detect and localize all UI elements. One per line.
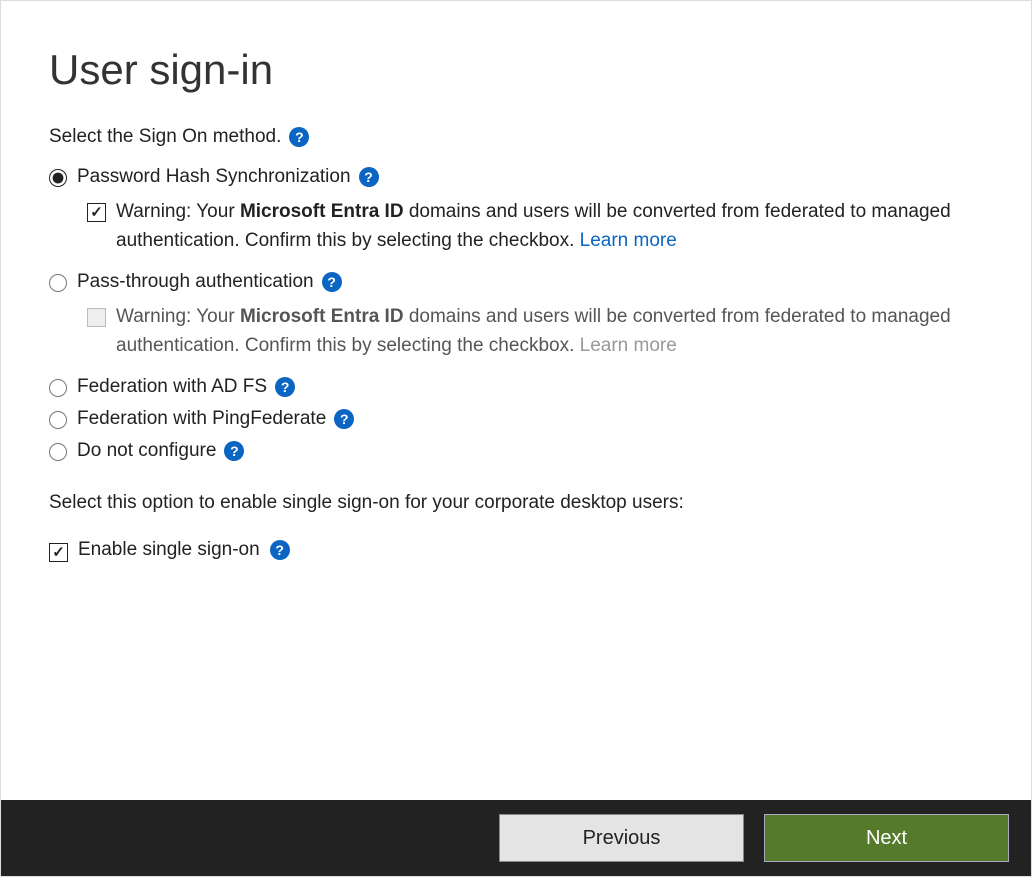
footer: Previous Next [1, 800, 1031, 876]
option-pta-text: Pass-through authentication [77, 271, 314, 293]
sso-label: Select this option to enable single sign… [49, 492, 983, 514]
page-title: User sign-in [49, 46, 983, 94]
help-icon[interactable]: ? [270, 540, 290, 560]
phs-warning-text: Warning: Your Microsoft Entra ID domains… [116, 198, 983, 255]
phs-warning-prefix: Warning: Your [116, 201, 240, 222]
sso-checkbox[interactable] [49, 543, 68, 562]
option-adfs-label: Federation with AD FS ? [77, 376, 295, 398]
sso-label-text: Select this option to enable single sign… [49, 492, 684, 514]
option-phs-label: Password Hash Synchronization ? [77, 166, 379, 188]
pta-confirm-checkbox [87, 308, 106, 327]
phs-warning-block: Warning: Your Microsoft Entra ID domains… [87, 198, 983, 255]
radio-none[interactable] [49, 443, 67, 461]
sign-on-label-text: Select the Sign On method. [49, 126, 281, 148]
option-ping-text: Federation with PingFederate [77, 408, 326, 430]
help-icon[interactable]: ? [224, 441, 244, 461]
option-adfs[interactable]: Federation with AD FS ? [49, 376, 983, 398]
option-phs-text: Password Hash Synchronization [77, 166, 351, 188]
main-content: User sign-in Select the Sign On method. … [1, 1, 1031, 800]
pta-warning-prefix: Warning: Your [116, 306, 240, 327]
sso-row[interactable]: Enable single sign-on ? [49, 538, 983, 562]
help-icon[interactable]: ? [359, 167, 379, 187]
next-button[interactable]: Next [764, 814, 1009, 862]
option-ping[interactable]: Federation with PingFederate ? [49, 408, 983, 430]
pta-warning-bold: Microsoft Entra ID [240, 306, 404, 327]
sso-section: Select this option to enable single sign… [49, 492, 983, 562]
help-icon[interactable]: ? [334, 409, 354, 429]
sign-on-label: Select the Sign On method. ? [49, 126, 983, 148]
option-adfs-text: Federation with AD FS [77, 376, 267, 398]
help-icon[interactable]: ? [275, 377, 295, 397]
phs-confirm-checkbox[interactable] [87, 203, 106, 222]
option-pta-label: Pass-through authentication ? [77, 271, 342, 293]
phs-learn-more-link[interactable]: Learn more [580, 230, 677, 251]
sign-on-options: Password Hash Synchronization ? Warning:… [49, 166, 983, 462]
option-phs[interactable]: Password Hash Synchronization ? [49, 166, 983, 188]
pta-warning-block: Warning: Your Microsoft Entra ID domains… [87, 303, 983, 360]
option-ping-label: Federation with PingFederate ? [77, 408, 354, 430]
option-pta[interactable]: Pass-through authentication ? [49, 271, 983, 293]
radio-phs[interactable] [49, 169, 67, 187]
radio-ping[interactable] [49, 411, 67, 429]
help-icon[interactable]: ? [322, 272, 342, 292]
radio-pta[interactable] [49, 274, 67, 292]
option-none-text: Do not configure [77, 440, 216, 462]
previous-button[interactable]: Previous [499, 814, 744, 862]
sso-checkbox-label: Enable single sign-on [78, 539, 260, 561]
option-none[interactable]: Do not configure ? [49, 440, 983, 462]
help-icon[interactable]: ? [289, 127, 309, 147]
radio-adfs[interactable] [49, 379, 67, 397]
option-none-label: Do not configure ? [77, 440, 244, 462]
pta-warning-text: Warning: Your Microsoft Entra ID domains… [116, 303, 983, 360]
pta-learn-more-link: Learn more [580, 335, 677, 356]
phs-warning-bold: Microsoft Entra ID [240, 201, 404, 222]
